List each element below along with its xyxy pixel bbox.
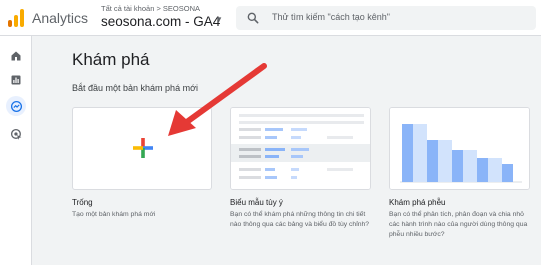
- left-nav-rail: [0, 36, 32, 265]
- funnel-preview-image: [390, 108, 529, 189]
- card-desc-blank: Tạo một bản khám phá mới: [72, 211, 156, 218]
- search-placeholder: Thử tìm kiếm "cách tạo kênh": [272, 12, 390, 22]
- nav-home[interactable]: [6, 46, 26, 66]
- chevron-down-icon[interactable]: ▼: [215, 15, 223, 24]
- explore-icon: [10, 100, 22, 112]
- app-name: Analytics: [32, 10, 89, 26]
- page-title: Khám phá: [72, 50, 150, 69]
- template-card-funnel[interactable]: [389, 107, 530, 190]
- advertising-icon: [10, 128, 21, 140]
- card-title-free-form: Biểu mẫu tùy ý: [230, 198, 283, 207]
- card-title-blank: Trống: [72, 198, 93, 207]
- nav-advertising[interactable]: [6, 124, 26, 144]
- reports-icon: [11, 75, 21, 85]
- red-arrow-annotation-icon: [168, 63, 267, 136]
- card-desc-free-form: Bạn có thể khám phá những thông tin chi …: [230, 211, 370, 228]
- home-icon: [11, 51, 21, 61]
- analytics-logo-icon[interactable]: [8, 9, 24, 27]
- search-icon: [247, 12, 259, 24]
- nav-explore[interactable]: [6, 96, 26, 116]
- card-title-funnel: Khám phá phễu: [389, 198, 446, 207]
- top-bar: Analytics Tất cả tài khoản > SEOSONA seo…: [0, 0, 541, 36]
- card-desc-funnel: Bạn có thể phân tích, phân đoạn và chia …: [389, 211, 528, 238]
- nav-reports[interactable]: [6, 70, 26, 90]
- plus-icon: [133, 138, 153, 158]
- breadcrumb[interactable]: Tất cả tài khoản > SEOSONA: [101, 4, 200, 13]
- property-selector[interactable]: seosona.com - GA4: [101, 14, 220, 29]
- search-input[interactable]: Thử tìm kiếm "cách tạo kênh": [236, 6, 536, 30]
